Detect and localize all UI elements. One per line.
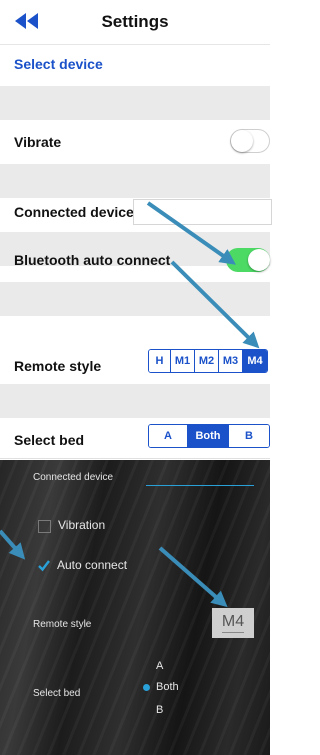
remote-style-segmented-control[interactable]: H M1 M2 M3 M4	[148, 349, 268, 373]
remote-style-option-m4[interactable]: M4	[242, 350, 267, 372]
bed-option-both[interactable]: Both	[156, 681, 179, 693]
connected-device-label: Connected device	[14, 204, 134, 220]
bed-option-b[interactable]: B	[156, 704, 163, 716]
select-bed-label: Select bed	[14, 432, 85, 448]
bed-option-both[interactable]: Both	[187, 425, 228, 447]
section-gap	[0, 384, 270, 418]
remote-style-option-h[interactable]: H	[149, 350, 170, 372]
select-bed-segmented-control[interactable]: A Both B	[148, 424, 270, 448]
select-device-link[interactable]: Select device	[14, 56, 103, 72]
auto-connect-label: Auto connect	[57, 558, 128, 572]
toggle-knob	[231, 130, 253, 152]
bluetooth-auto-connect-label: Bluetooth auto connect	[14, 252, 171, 268]
connected-device-input-underline[interactable]	[146, 485, 254, 486]
section-gap	[0, 86, 270, 120]
bluetooth-auto-connect-toggle[interactable]	[226, 248, 270, 272]
ios-settings-screen: Settings Select device Vibrate Connected…	[0, 0, 272, 460]
remote-style-option-m2[interactable]: M2	[194, 350, 218, 372]
remote-style-value-box[interactable]: M4	[212, 608, 254, 638]
vibration-label: Vibration	[58, 518, 106, 532]
remote-style-label: Remote style	[14, 358, 102, 374]
toggle-knob	[248, 249, 270, 271]
connected-device-field[interactable]	[133, 199, 272, 225]
remote-style-option-m1[interactable]: M1	[170, 350, 194, 372]
page-title: Settings	[101, 12, 169, 31]
radio-selected-icon	[143, 684, 150, 691]
remote-style-value: M4	[221, 613, 245, 633]
remote-style-option-m3[interactable]: M3	[218, 350, 242, 372]
vibrate-toggle[interactable]	[230, 129, 270, 153]
vibrate-label: Vibrate	[14, 134, 62, 150]
auto-connect-checkbox-checked-icon[interactable]	[37, 558, 51, 572]
connected-device-label: Connected device	[33, 472, 114, 483]
remote-style-label: Remote style	[33, 619, 92, 630]
section-gap	[0, 164, 270, 198]
bed-option-b[interactable]: B	[228, 425, 269, 447]
section-gap	[0, 282, 270, 316]
select-bed-label: Select bed	[33, 688, 81, 699]
vibration-checkbox[interactable]	[38, 520, 51, 533]
bed-option-a[interactable]: A	[149, 425, 187, 447]
divider	[0, 458, 270, 459]
android-settings-screen: Connected device Vibration Auto connect …	[0, 460, 270, 755]
bed-option-a[interactable]: A	[156, 660, 163, 672]
nav-bar: Settings	[0, 0, 270, 45]
